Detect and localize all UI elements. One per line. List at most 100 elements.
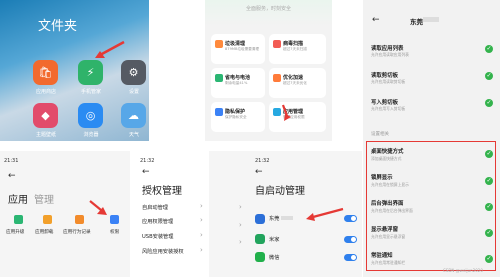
permission-panel: ← 东莞 读取应用列表 允许应用读取应用列表 ✓ 读取剪切板 允许应用读取剪切板…	[363, 0, 500, 277]
permission-app-name: 东莞	[410, 18, 423, 26]
app-label: 应用商店	[35, 89, 56, 95]
autostart-toggle[interactable]	[344, 215, 357, 222]
theme-icon[interactable]: ◆	[33, 103, 58, 128]
button-label: 应用升级	[6, 230, 25, 235]
rocket-icon	[273, 74, 281, 82]
security-center-panel: 全面服务，时刻安全 垃圾清理 879MB垃圾需要清理 病毒扫描 超过7天未扫描 …	[205, 0, 332, 141]
card-title: 病毒扫描	[283, 41, 304, 47]
uninstall-icon[interactable]	[43, 215, 52, 224]
record-icon[interactable]	[75, 215, 84, 224]
button-label: 权限	[110, 230, 120, 235]
weather-icon[interactable]: ☁	[121, 103, 146, 128]
check-icon[interactable]: ✓	[485, 45, 493, 53]
page-title: 自启动管理	[255, 186, 305, 197]
wechat-app-icon	[255, 252, 265, 262]
menu-item-risk-install[interactable]: 风险应用安装授权	[142, 248, 184, 255]
button-label: 应用行为记录	[63, 230, 91, 235]
check-icon[interactable]: ✓	[485, 99, 493, 107]
back-arrow-icon[interactable]: ←	[8, 171, 16, 181]
red-arrow-icon	[95, 40, 125, 58]
back-arrow-icon[interactable]: ←	[372, 15, 380, 25]
card-sub: 879MB垃圾需要清理	[225, 47, 259, 51]
card-sub: 保护隐私安全	[225, 115, 247, 119]
page-title: 应用	[8, 195, 28, 206]
red-arrow-icon	[281, 104, 291, 121]
app-folder-panel: 文件夹 🛍 应用商店 ⚡ 手机管家 ⚙ 设置 ◆ 主题壁纸 ◎ 浏览器 ☁ 天气	[0, 0, 149, 141]
perm-sub: 允许应用读取剪切板	[371, 79, 406, 84]
app-label: 设置	[128, 89, 139, 95]
card-title: 垃圾清理	[225, 41, 246, 47]
autostart-toggle[interactable]	[344, 254, 357, 261]
card-privacy[interactable]: 隐私保护 保护隐私安全	[211, 102, 265, 132]
card-title: 优化加速	[283, 75, 304, 81]
card-virus-scan[interactable]: 病毒扫描 超过7天未扫描	[269, 34, 326, 64]
chevron-right-icon: ›	[200, 231, 203, 239]
perm-title: 后台弹出界面	[371, 201, 404, 207]
chevron-right-icon: ›	[239, 238, 242, 246]
app-label: 天气	[128, 132, 139, 138]
privacy-icon	[215, 108, 223, 116]
card-garbage-clean[interactable]: 垃圾清理 879MB垃圾需要清理	[211, 34, 265, 64]
dongguan-app-icon	[255, 214, 265, 224]
upgrade-icon[interactable]	[14, 215, 23, 224]
back-arrow-icon[interactable]: ←	[142, 167, 150, 177]
autostart-toggle[interactable]	[344, 236, 357, 243]
card-optimize[interactable]: 优化加速 超过7天未优化	[269, 68, 326, 98]
card-battery[interactable]: 省电与电池 剩余电量41%	[211, 68, 265, 98]
chevron-right-icon: ›	[200, 202, 203, 210]
perm-sub: 添加桌面快捷方式	[371, 156, 402, 161]
menu-item-app-permission[interactable]: 应用权限管理	[142, 218, 173, 225]
app-name: 东莞	[269, 216, 280, 222]
card-sub: 超过7天未扫描	[283, 47, 307, 51]
menu-item-usb-install[interactable]: USB安装管理	[142, 233, 173, 240]
blurred-name	[281, 216, 293, 220]
browser-icon[interactable]: ◎	[78, 103, 103, 128]
check-icon[interactable]: ✓	[485, 177, 493, 185]
perm-title: 写入剪切板	[371, 100, 398, 106]
blurred-name	[423, 17, 439, 22]
folder-title: 文件夹	[38, 19, 78, 34]
perm-title: 读取应用列表	[371, 46, 404, 52]
status-time: 21:32	[140, 158, 155, 164]
check-icon[interactable]: ✓	[485, 255, 493, 263]
check-icon[interactable]: ✓	[485, 150, 493, 158]
watermark: CSDN @weijun2020	[443, 268, 483, 273]
mi-store-icon[interactable]: 🛍	[33, 60, 58, 85]
perm-sub: 允许应用常驻通知栏	[371, 260, 406, 265]
app-label: 手机管家	[80, 89, 101, 95]
permission-icon[interactable]	[110, 215, 119, 224]
check-icon[interactable]: ✓	[485, 203, 493, 211]
page-title-secondary: 管理	[34, 195, 54, 206]
red-arrow-icon	[89, 200, 107, 215]
back-arrow-icon[interactable]: ←	[255, 167, 263, 177]
button-label: 应用卸载	[35, 230, 54, 235]
perm-sub: 允许应用读取应用列表	[371, 52, 409, 57]
shield-icon[interactable]: ⚡	[78, 60, 103, 85]
perm-title: 读取剪切板	[371, 73, 398, 79]
menu-item-autostart[interactable]: 自启动管理	[142, 204, 168, 211]
card-sub: 超过7天未优化	[283, 81, 307, 85]
auth-manage-panel: 21:32 ← 授权管理 自启动管理 › 应用权限管理 › USB安装管理 › …	[136, 151, 208, 277]
card-sub: 剩余电量41%	[225, 81, 248, 85]
app-manage-panel: 21:31 ← 应用 管理 应用升级 应用卸载 应用行为记录 权限	[0, 151, 130, 277]
check-icon[interactable]: ✓	[485, 72, 493, 80]
chevron-right-icon: ›	[239, 221, 242, 229]
check-icon[interactable]: ✓	[485, 229, 493, 237]
section-title: 设置相关	[371, 132, 389, 137]
perm-title: 锁屏显示	[371, 175, 393, 181]
header-text: 全面服务，时刻安全	[245, 6, 291, 12]
app-label: 浏览器	[83, 132, 99, 138]
perm-title: 桌面快捷方式	[371, 149, 404, 155]
settings-icon[interactable]: ⚙	[121, 60, 146, 85]
chevron-right-icon: ›	[200, 246, 203, 254]
page-title: 授权管理	[142, 186, 182, 197]
app-label: 主题壁纸	[35, 132, 56, 138]
perm-sub: 允许应用在锁屏上显示	[371, 182, 409, 187]
app-name: 米家	[269, 237, 280, 243]
chevron-right-icon: ›	[200, 216, 203, 224]
perm-sub: 允许应用在后台弹出界面	[371, 208, 413, 213]
perm-title: 显示悬浮窗	[371, 227, 398, 233]
status-time: 21:31	[4, 158, 19, 164]
battery-icon	[215, 74, 223, 82]
perm-title: 常驻通知	[371, 253, 393, 259]
